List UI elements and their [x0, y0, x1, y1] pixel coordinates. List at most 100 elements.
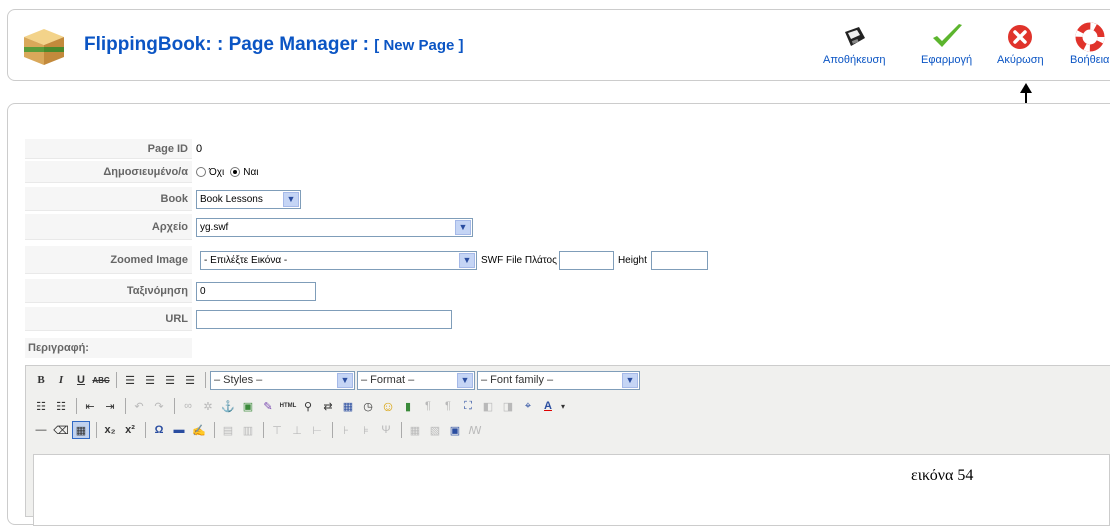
underline-icon[interactable]: U	[72, 371, 90, 389]
zoomed-image-select[interactable]: - Επιλέξτε Εικόνα - ▼	[200, 250, 477, 270]
chevron-down-icon[interactable]: ▼	[622, 372, 638, 388]
outdent-icon[interactable]: ⇤	[81, 397, 99, 415]
absolute-position-icon[interactable]: ⌖	[519, 397, 537, 415]
toolbar-header: FlippingBook: : Page Manager : [ New Pag…	[7, 9, 1110, 81]
toolbar-separator	[332, 422, 333, 438]
height-input[interactable]	[650, 250, 708, 270]
book-row: Book Book Lessons ▼	[25, 187, 1110, 211]
delete-row-icon[interactable]: ⊢	[308, 421, 326, 439]
cell-props-icon[interactable]: ▥	[239, 421, 257, 439]
layer-back-icon[interactable]: ◨	[499, 397, 517, 415]
published-options: Όχι Ναι	[190, 161, 258, 183]
split-cells-icon[interactable]: ▦	[406, 421, 424, 439]
book-select[interactable]: Book Lessons ▼	[196, 189, 301, 209]
font-color-icon[interactable]: A	[539, 397, 557, 415]
cancel-label: Ακύρωση	[997, 54, 1044, 66]
cancel-button[interactable]: Ακύρωση	[997, 22, 1044, 66]
redo-icon[interactable]: ↷	[150, 397, 168, 415]
horizontal-rule-icon[interactable]: —	[32, 421, 50, 439]
file-select-value: yg.swf	[200, 221, 229, 233]
help-button[interactable]: Βοήθεια	[1070, 22, 1109, 66]
fullscreen-icon[interactable]: ⛶	[459, 397, 477, 415]
insert-row-after-icon[interactable]: ⊥	[288, 421, 306, 439]
page-title-main: FlippingBook: : Page Manager :	[84, 34, 370, 55]
published-no-label: Όχι	[209, 166, 225, 178]
emoticon-icon[interactable]: ☺	[379, 397, 397, 415]
image-icon[interactable]: ▣	[239, 397, 257, 415]
page-title: FlippingBook: : Page Manager : [ New Pag…	[84, 34, 463, 56]
page-break-icon[interactable]: ▬	[170, 421, 188, 439]
layer-icon[interactable]: ◧	[479, 397, 497, 415]
chevron-down-icon[interactable]: ▼	[457, 372, 473, 388]
chevron-down-icon[interactable]: ▼	[283, 191, 299, 207]
align-left-icon[interactable]: ☰	[121, 371, 139, 389]
font-family-select[interactable]: – Font family – ▼	[477, 370, 640, 390]
toolbar-separator	[401, 422, 402, 438]
template-icon[interactable]: ▣	[446, 421, 464, 439]
delete-col-icon[interactable]: Ψ	[377, 421, 395, 439]
book-select-value: Book Lessons	[200, 193, 263, 205]
italic-icon[interactable]: I	[52, 371, 70, 389]
ordering-input[interactable]: 0	[196, 281, 316, 301]
figure-caption: εικόνα 54	[911, 467, 974, 484]
insert-time-icon[interactable]: ◷	[359, 397, 377, 415]
insert-col-after-icon[interactable]: ⊧	[357, 421, 375, 439]
file-select[interactable]: yg.swf ▼	[196, 217, 473, 237]
format-select[interactable]: – Format – ▼	[357, 370, 475, 390]
link-icon[interactable]: ∞	[179, 397, 197, 415]
unlink-icon[interactable]: ✲	[199, 397, 217, 415]
row-props-icon[interactable]: ▤	[219, 421, 237, 439]
toolbar-separator	[96, 422, 97, 438]
url-input[interactable]	[196, 309, 452, 329]
insert-row-before-icon[interactable]: ⊤	[268, 421, 286, 439]
eraser-icon[interactable]: ⌫	[52, 421, 70, 439]
find-icon[interactable]: ⚲	[299, 397, 317, 415]
indent-icon[interactable]: ⇥	[101, 397, 119, 415]
toolbar-separator	[116, 372, 117, 388]
chevron-down-icon[interactable]: ▾	[559, 397, 567, 415]
replace-icon[interactable]: ⇄	[319, 397, 337, 415]
ltr-icon[interactable]: ¶	[419, 397, 437, 415]
visual-aid-icon[interactable]: ✍	[190, 421, 208, 439]
align-justify-icon[interactable]: ☰	[181, 371, 199, 389]
style-props-icon[interactable]: ꟿ	[466, 421, 484, 439]
published-yes-radio[interactable]	[230, 167, 241, 177]
chevron-down-icon[interactable]: ▼	[455, 219, 471, 235]
merge-cells-icon[interactable]: ▧	[426, 421, 444, 439]
editor-toolbar-row-3: — ⌫ ▦ x₂ x² Ω ▬ ✍ ▤ ▥ ⊤ ⊥ ⊢ ⊦ ⊧ Ψ ▦ ▧ ▣ …	[32, 420, 486, 440]
bullet-list-icon[interactable]: ☷	[32, 397, 50, 415]
font-family-select-value: – Font family –	[481, 374, 554, 386]
table-icon[interactable]: ▦	[72, 421, 90, 439]
book-label: Book	[25, 187, 192, 211]
chevron-down-icon[interactable]: ▼	[459, 252, 475, 268]
styles-select[interactable]: – Styles – ▼	[210, 370, 355, 390]
page-title-sub: [ New Page ]	[374, 37, 464, 54]
save-button[interactable]: Αποθήκευση	[823, 22, 885, 66]
media-icon[interactable]: ▮	[399, 397, 417, 415]
cleanup-icon[interactable]: ✎	[259, 397, 277, 415]
rtl-icon[interactable]: ¶	[439, 397, 457, 415]
align-center-icon[interactable]: ☰	[141, 371, 159, 389]
toolbar-separator	[174, 398, 175, 414]
html-source-icon[interactable]: HTML	[279, 397, 297, 415]
toolbar-separator	[263, 422, 264, 438]
undo-icon[interactable]: ↶	[130, 397, 148, 415]
published-no-radio[interactable]	[196, 167, 206, 177]
insert-col-before-icon[interactable]: ⊦	[337, 421, 355, 439]
bold-icon[interactable]: B	[32, 371, 50, 389]
strikethrough-icon[interactable]: ABC	[92, 371, 110, 389]
numbered-list-icon[interactable]: ☷	[52, 397, 70, 415]
toolbar-separator	[76, 398, 77, 414]
special-char-icon[interactable]: Ω	[150, 421, 168, 439]
subscript-icon[interactable]: x₂	[101, 421, 119, 439]
zoomed-image-row: Zoomed Image - Επιλέξτε Εικόνα - ▼ SWF F…	[25, 246, 1110, 274]
page-id-row: Page ID 0	[25, 139, 1110, 159]
superscript-icon[interactable]: x²	[121, 421, 139, 439]
anchor-icon[interactable]: ⚓	[219, 397, 237, 415]
align-right-icon[interactable]: ☰	[161, 371, 179, 389]
insert-date-icon[interactable]: ▦	[339, 397, 357, 415]
chevron-down-icon[interactable]: ▼	[337, 372, 353, 388]
editor-content-area[interactable]: εικόνα 54	[33, 454, 1110, 526]
apply-button[interactable]: Εφαρμογή	[921, 22, 972, 66]
swf-width-input[interactable]	[558, 250, 614, 270]
